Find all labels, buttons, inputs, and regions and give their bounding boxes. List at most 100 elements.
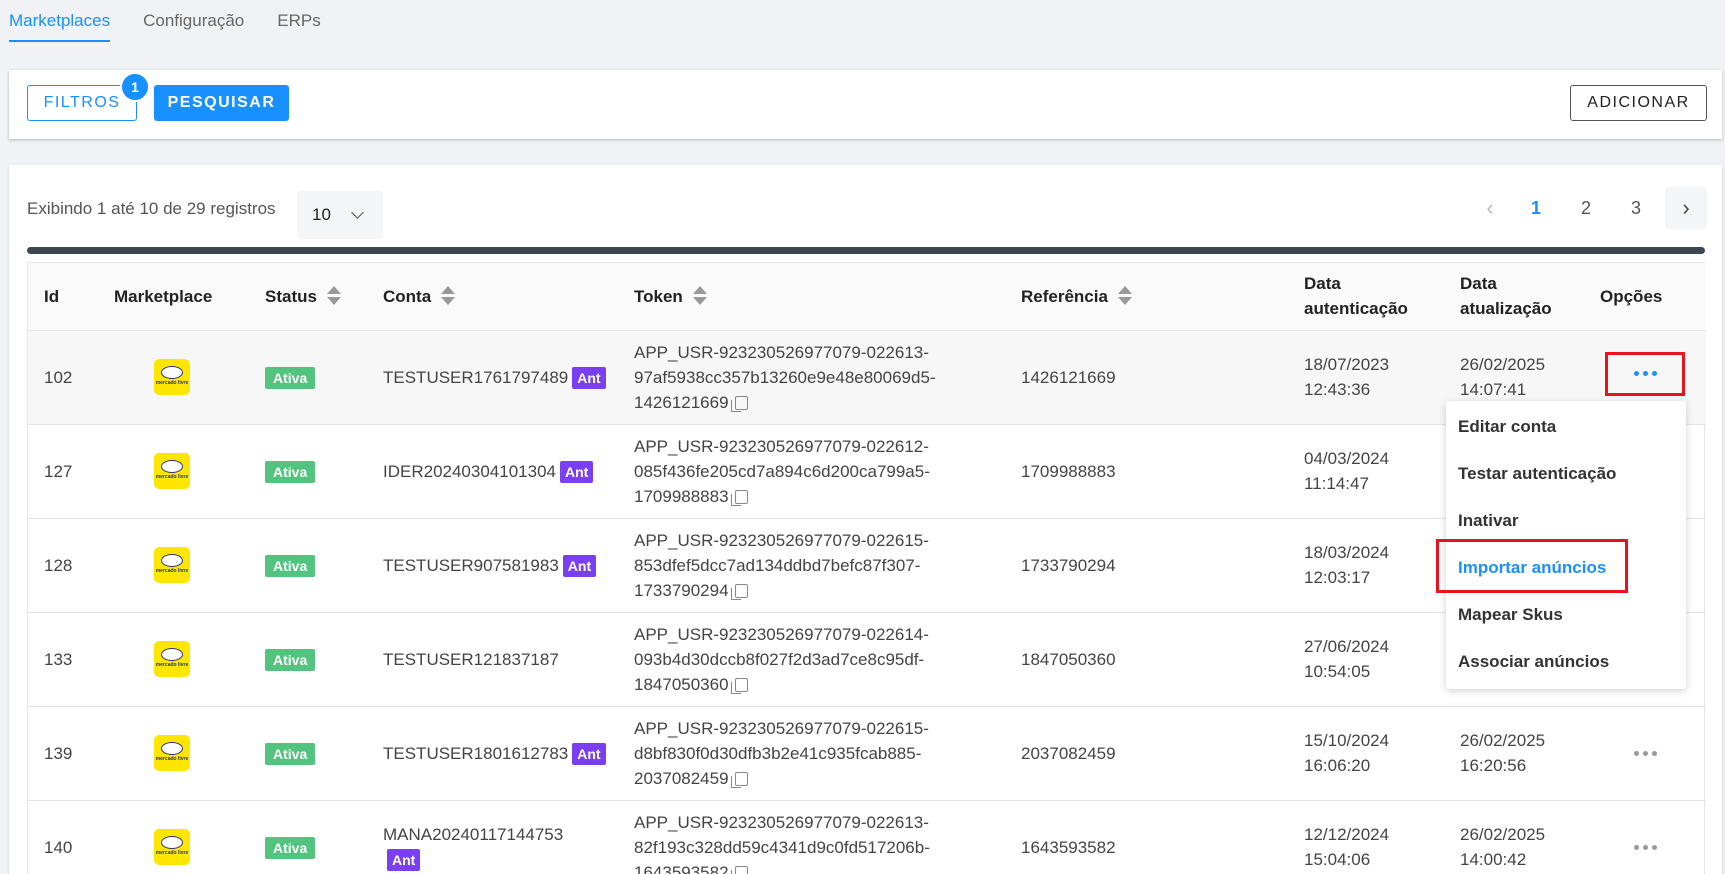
options-button[interactable] (1605, 351, 1685, 396)
auth-date: 04/03/2024 (1304, 449, 1390, 468)
sort-icon[interactable] (692, 286, 707, 306)
auth-time: 11:14:47 (1304, 474, 1369, 493)
horizontal-scrollbar[interactable] (27, 247, 1705, 254)
menu-item-testar-autenticacao[interactable]: Testar autenticação (1458, 462, 1616, 486)
records-summary: Exibindo 1 até 10 de 29 registros (27, 199, 276, 218)
search-button[interactable]: PESQUISAR (154, 85, 289, 121)
status-badge: Ativa (265, 460, 316, 483)
token-line-3: 1709988883 (634, 486, 729, 506)
table-row: 139 mercado livre Ativa TESTUSER18016127… (28, 706, 1706, 801)
token-line-3: 1733790294 (634, 580, 729, 600)
mercado-livre-logo-icon: mercado livre (154, 641, 190, 677)
menu-item-editar-conta[interactable]: Editar conta (1458, 415, 1556, 439)
copy-icon[interactable] (730, 396, 748, 413)
cell-data-autenticacao: 18/07/2023 12:43:36 (1288, 330, 1444, 425)
page-3[interactable]: 3 (1611, 187, 1661, 229)
page-1[interactable]: 1 (1511, 187, 1561, 229)
options-button[interactable] (1605, 731, 1685, 775)
header-datu-l1: Data (1460, 274, 1497, 294)
tab-erps[interactable]: ERPs (277, 10, 320, 42)
copy-icon[interactable] (730, 772, 748, 789)
ant-badge: Ant (562, 554, 597, 577)
updated-date: 26/02/2025 (1460, 731, 1546, 750)
header-conta[interactable]: Conta (367, 263, 618, 331)
chevron-right-icon[interactable]: › (1665, 187, 1707, 229)
more-icon (1633, 750, 1657, 756)
sort-icon[interactable] (441, 286, 456, 306)
menu-item-mapear-skus[interactable]: Mapear Skus (1458, 603, 1563, 627)
status-badge: Ativa (265, 742, 316, 765)
account-name: MANA20240117144753 (383, 825, 564, 844)
auth-time: 12:43:36 (1304, 380, 1371, 399)
filter-toolbar: FILTROS 1 PESQUISAR ADICIONAR (9, 70, 1722, 139)
cell-conta: TESTUSER1801612783 Ant (367, 706, 618, 801)
header-conta-label: Conta (383, 286, 432, 306)
auth-time: 10:54:05 (1304, 662, 1371, 681)
more-icon (1633, 371, 1657, 377)
status-badge: Ativa (265, 554, 316, 577)
header-status[interactable]: Status (249, 263, 367, 331)
cell-status: Ativa (249, 612, 367, 707)
cell-marketplace: mercado livre (98, 706, 249, 801)
top-tabs: Marketplaces Configuração ERPs (9, 10, 321, 44)
cell-marketplace: mercado livre (98, 518, 249, 613)
account-name: TESTUSER1761797489 (383, 367, 569, 387)
ant-badge: Ant (572, 742, 606, 765)
cell-referencia: 1847050360 (1005, 612, 1288, 707)
table-row: 140 mercado livre Ativa MANA202401171447… (28, 800, 1706, 874)
cell-conta: TESTUSER1761797489 Ant (367, 330, 618, 425)
header-token[interactable]: Token (618, 263, 1005, 331)
token-line-2: 853dfef5dcc7ad134ddbd7befc87f307- (634, 555, 921, 575)
copy-icon[interactable] (730, 866, 748, 874)
token-line-1: APP_USR-923230526977079-022613- (634, 812, 929, 832)
cell-referencia: 2037082459 (1005, 706, 1288, 801)
copy-icon[interactable] (730, 678, 748, 695)
options-button[interactable] (1605, 825, 1685, 869)
chevron-left-icon[interactable]: ‹ (1469, 187, 1511, 229)
sort-icon[interactable] (1117, 286, 1132, 306)
account-name: TESTUSER1801612783 (383, 743, 569, 763)
token-line-1: APP_USR-923230526977079-022612- (634, 436, 929, 456)
auth-time: 15:04:06 (1304, 850, 1371, 869)
cell-data-autenticacao: 27/06/2024 10:54:05 (1288, 612, 1444, 707)
header-daut-l1: Data (1304, 274, 1341, 294)
auth-date: 18/03/2024 (1304, 543, 1390, 562)
page-2[interactable]: 2 (1561, 187, 1611, 229)
cell-data-atualizacao: 26/02/2025 14:00:42 (1444, 800, 1584, 874)
header-referencia[interactable]: Referência (1005, 263, 1288, 331)
cell-opcoes (1584, 800, 1706, 874)
page-size-select[interactable]: 10 (297, 191, 383, 239)
mercado-livre-logo-icon: mercado livre (154, 735, 190, 771)
mercado-livre-logo-icon: mercado livre (154, 547, 190, 583)
cell-id: 102 (28, 330, 98, 425)
header-daut-l2: autenticação (1304, 299, 1408, 319)
sort-icon[interactable] (326, 286, 341, 306)
updated-time: 14:00:42 (1460, 850, 1527, 869)
menu-item-associar-anuncios[interactable]: Associar anúncios (1458, 650, 1609, 674)
add-button[interactable]: ADICIONAR (1570, 85, 1707, 121)
token-line-2: d8bf830f0d30dfb3b2e41c935fcab885- (634, 743, 922, 763)
mercado-livre-logo-icon: mercado livre (154, 829, 190, 865)
account-name: TESTUSER121837187 (383, 649, 559, 669)
auth-time: 16:06:20 (1304, 756, 1371, 775)
token-line-2: 093b4d30dccb8f027f2d3ad7ce8c95df- (634, 649, 925, 669)
cell-data-autenticacao: 15/10/2024 16:06:20 (1288, 706, 1444, 801)
cell-status: Ativa (249, 800, 367, 874)
cell-id: 128 (28, 518, 98, 613)
header-referencia-label: Referência (1021, 286, 1108, 306)
chevron-down-icon (351, 206, 364, 219)
token-line-2: 82f193c328dd59c4341d9c0fd517206b- (634, 837, 930, 857)
copy-icon[interactable] (730, 490, 748, 507)
status-badge: Ativa (265, 836, 316, 859)
cell-id: 133 (28, 612, 98, 707)
menu-item-inativar[interactable]: Inativar (1458, 509, 1518, 533)
tab-configuracao[interactable]: Configuração (143, 10, 244, 42)
token-line-1: APP_USR-923230526977079-022613- (634, 342, 929, 362)
cell-id: 140 (28, 800, 98, 874)
cell-conta: MANA20240117144753 Ant (367, 800, 618, 874)
tab-marketplaces[interactable]: Marketplaces (9, 10, 111, 42)
header-id: Id (28, 263, 98, 331)
page-size-value: 10 (312, 205, 331, 224)
copy-icon[interactable] (730, 584, 748, 601)
token-line-3: 1643593582 (634, 862, 729, 874)
